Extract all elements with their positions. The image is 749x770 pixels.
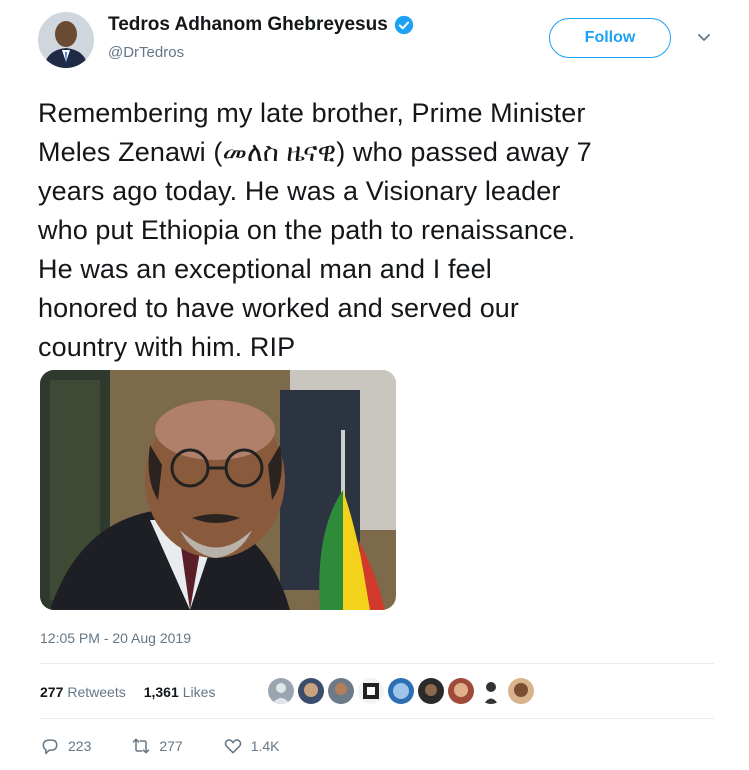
divider bbox=[40, 718, 714, 719]
liker-avatar[interactable] bbox=[268, 678, 294, 704]
likes-label[interactable]: Likes bbox=[183, 684, 216, 700]
author-avatar[interactable] bbox=[38, 12, 94, 68]
tweet-line: Meles Zenawi (መለስ ዜናዊ) who passed away 7 bbox=[38, 137, 592, 167]
tweet-line: years ago today. He was a Visionary lead… bbox=[38, 176, 561, 206]
liker-avatar[interactable] bbox=[358, 678, 384, 704]
retweet-count: 277 bbox=[159, 738, 183, 754]
divider bbox=[40, 663, 714, 664]
tweet-line: He was an exceptional man and I feel bbox=[38, 254, 492, 284]
reply-action[interactable]: 223 bbox=[40, 736, 91, 756]
liker-avatar[interactable] bbox=[388, 678, 414, 704]
author-name-row: Tedros Adhanom Ghebreyesus bbox=[108, 14, 414, 36]
liker-avatar[interactable] bbox=[418, 678, 444, 704]
liker-avatar[interactable] bbox=[508, 678, 534, 704]
tweet-timestamp[interactable]: 12:05 PM - 20 Aug 2019 bbox=[40, 630, 191, 646]
likers-avatars bbox=[268, 678, 538, 704]
retweets-count[interactable]: 277 bbox=[40, 684, 63, 700]
tweet-photo[interactable] bbox=[40, 370, 396, 610]
retweet-icon bbox=[133, 738, 150, 754]
like-count: 1.4K bbox=[250, 738, 280, 754]
reply-count: 223 bbox=[68, 738, 92, 754]
tweet-line: Remembering my late brother, Prime Minis… bbox=[38, 98, 586, 128]
like-action[interactable]: 1.4K bbox=[223, 736, 280, 756]
verified-badge-icon bbox=[394, 15, 413, 35]
tweet-line: who put Ethiopia on the path to renaissa… bbox=[38, 215, 576, 245]
tweet-line: country with him. RIP bbox=[38, 332, 296, 362]
tweet-image bbox=[40, 370, 396, 610]
liker-avatar[interactable] bbox=[298, 678, 324, 704]
liker-avatar[interactable] bbox=[478, 678, 504, 704]
author-handle[interactable]: @DrTedros bbox=[108, 44, 184, 61]
tweet-text: Remembering my late brother, Prime Minis… bbox=[38, 94, 718, 367]
retweet-action[interactable]: 277 bbox=[131, 736, 183, 756]
author-photo bbox=[38, 12, 94, 68]
chevron-down-icon[interactable] bbox=[695, 28, 713, 46]
liker-avatar[interactable] bbox=[448, 678, 474, 704]
liker-avatar[interactable] bbox=[328, 678, 354, 704]
follow-button[interactable]: Follow bbox=[549, 18, 671, 58]
retweets-label[interactable]: Retweets bbox=[67, 684, 125, 700]
tweet-line: honored to have worked and served our bbox=[38, 293, 520, 323]
heart-icon bbox=[224, 739, 242, 754]
reply-icon bbox=[42, 739, 58, 755]
author-name[interactable]: Tedros Adhanom Ghebreyesus bbox=[108, 14, 388, 36]
tweet-stats: 277 Retweets 1,361 Likes bbox=[40, 684, 215, 700]
tweet-actions: 223 277 1.4K bbox=[40, 736, 320, 756]
likes-count[interactable]: 1,361 bbox=[144, 684, 179, 700]
